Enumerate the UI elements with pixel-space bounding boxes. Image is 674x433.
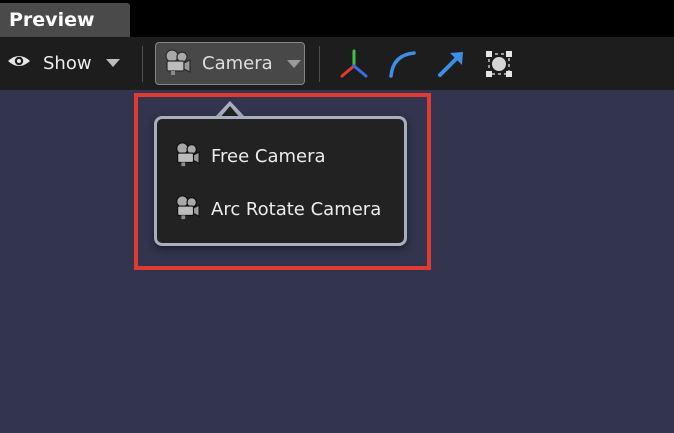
tab-bar: Preview: [0, 0, 674, 37]
camera-icon: [162, 47, 192, 81]
bounding-box-icon: [482, 47, 516, 81]
menu-item-arc-rotate-camera[interactable]: Arc Rotate Camera: [173, 192, 381, 226]
menu-item-label: Free Camera: [211, 145, 326, 167]
camera-label: Camera: [202, 53, 273, 74]
tab-preview-label: Preview: [9, 9, 95, 31]
menu-item-free-camera[interactable]: Free Camera: [173, 139, 326, 173]
axes-icon: [337, 47, 371, 81]
camera-icon: [173, 193, 201, 225]
show-dropdown[interactable]: Show: [6, 50, 120, 76]
camera-icon: [173, 140, 201, 172]
chevron-down-icon: [105, 59, 120, 67]
camera-dropdown[interactable]: Camera: [155, 42, 305, 85]
chevron-down-icon: [286, 59, 301, 68]
bounding-box-button[interactable]: [482, 47, 516, 81]
axes-button[interactable]: [337, 47, 371, 81]
arrow-button[interactable]: [434, 47, 468, 81]
camera-menu: Free Camera Arc Rotate Camera: [154, 116, 407, 246]
tab-preview[interactable]: Preview: [0, 3, 130, 37]
menu-item-label: Arc Rotate Camera: [211, 198, 382, 220]
toolbar: Show Camera: [0, 37, 674, 90]
arrow-icon: [434, 47, 468, 81]
show-label: Show: [43, 52, 92, 74]
eye-icon: [6, 51, 32, 75]
toolbar-divider: [319, 46, 320, 82]
arc-button[interactable]: [385, 47, 419, 81]
arc-icon: [385, 47, 419, 81]
toolbar-divider: [142, 46, 143, 82]
